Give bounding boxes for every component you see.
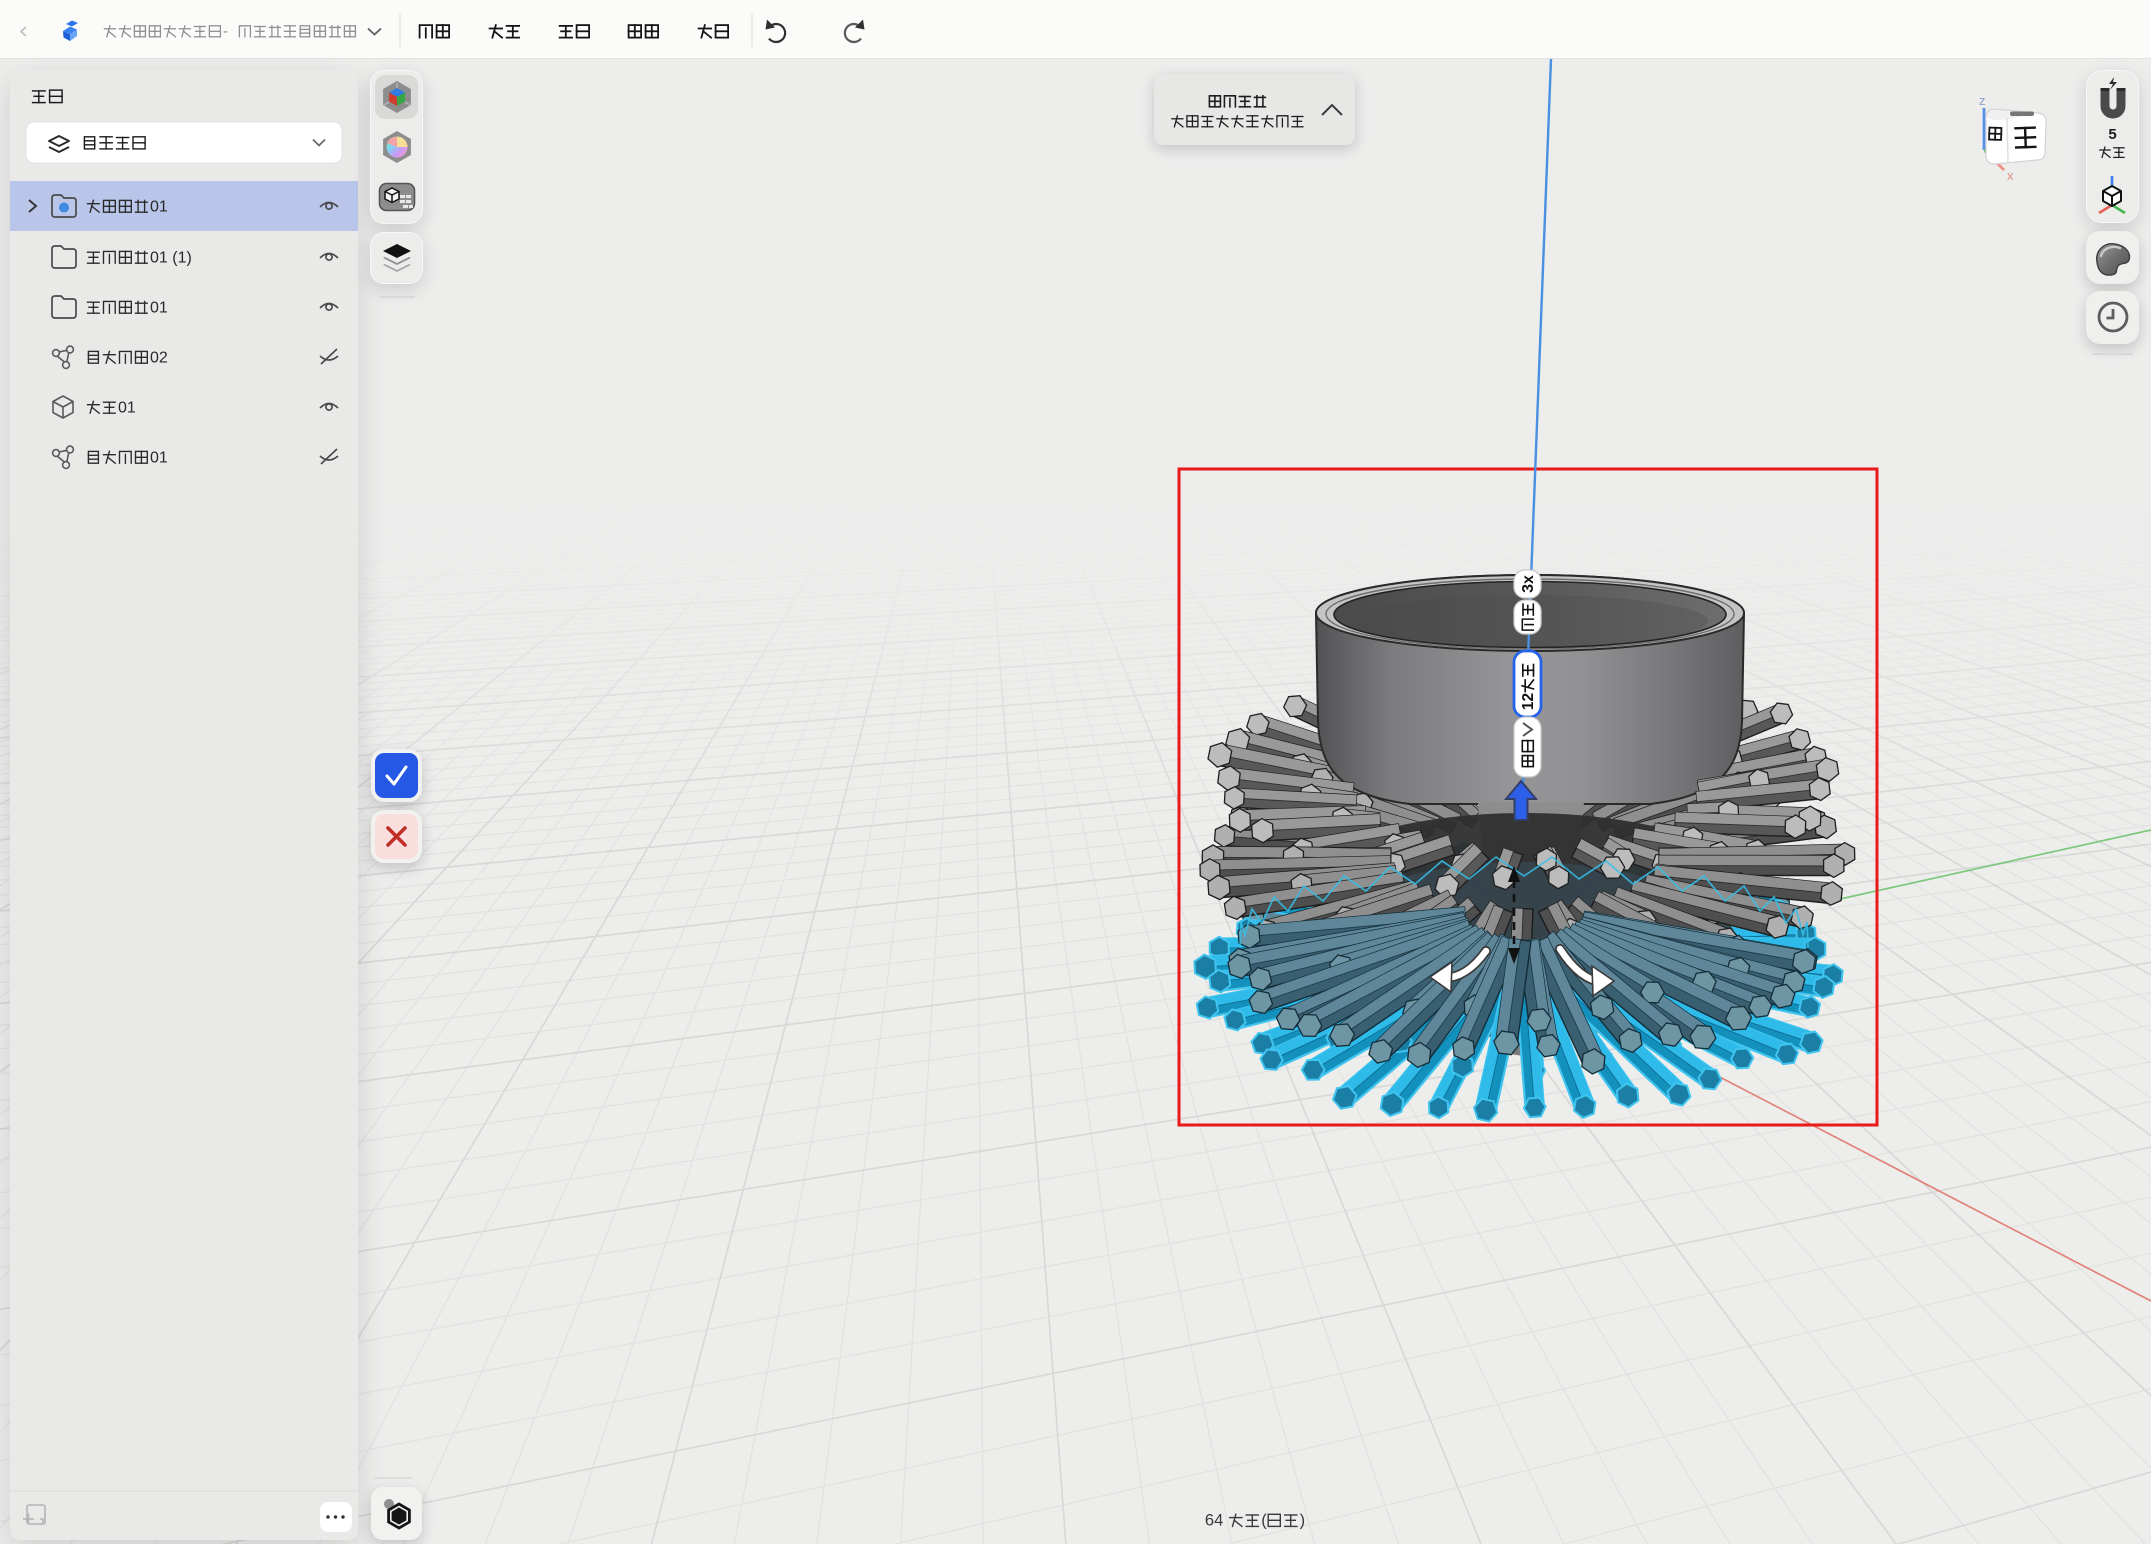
svg-text:12: 12 bbox=[1520, 693, 1537, 710]
svg-text:01: 01 bbox=[150, 198, 168, 215]
svg-text:02: 02 bbox=[150, 349, 168, 366]
svg-text:z: z bbox=[1979, 93, 1986, 108]
svg-text:01: 01 bbox=[118, 399, 136, 416]
svg-text:(: ( bbox=[1261, 1512, 1267, 1530]
svg-text:64: 64 bbox=[1205, 1512, 1223, 1530]
svg-text:01 (1): 01 (1) bbox=[150, 249, 192, 266]
svg-text:x: x bbox=[2007, 168, 2014, 183]
svg-text:01: 01 bbox=[150, 449, 168, 466]
svg-text:-: - bbox=[223, 23, 228, 40]
svg-text:01: 01 bbox=[150, 299, 168, 316]
svg-text:3x: 3x bbox=[1520, 575, 1537, 593]
svg-text:): ) bbox=[1300, 1512, 1306, 1530]
svg-text:5: 5 bbox=[2108, 126, 2116, 143]
